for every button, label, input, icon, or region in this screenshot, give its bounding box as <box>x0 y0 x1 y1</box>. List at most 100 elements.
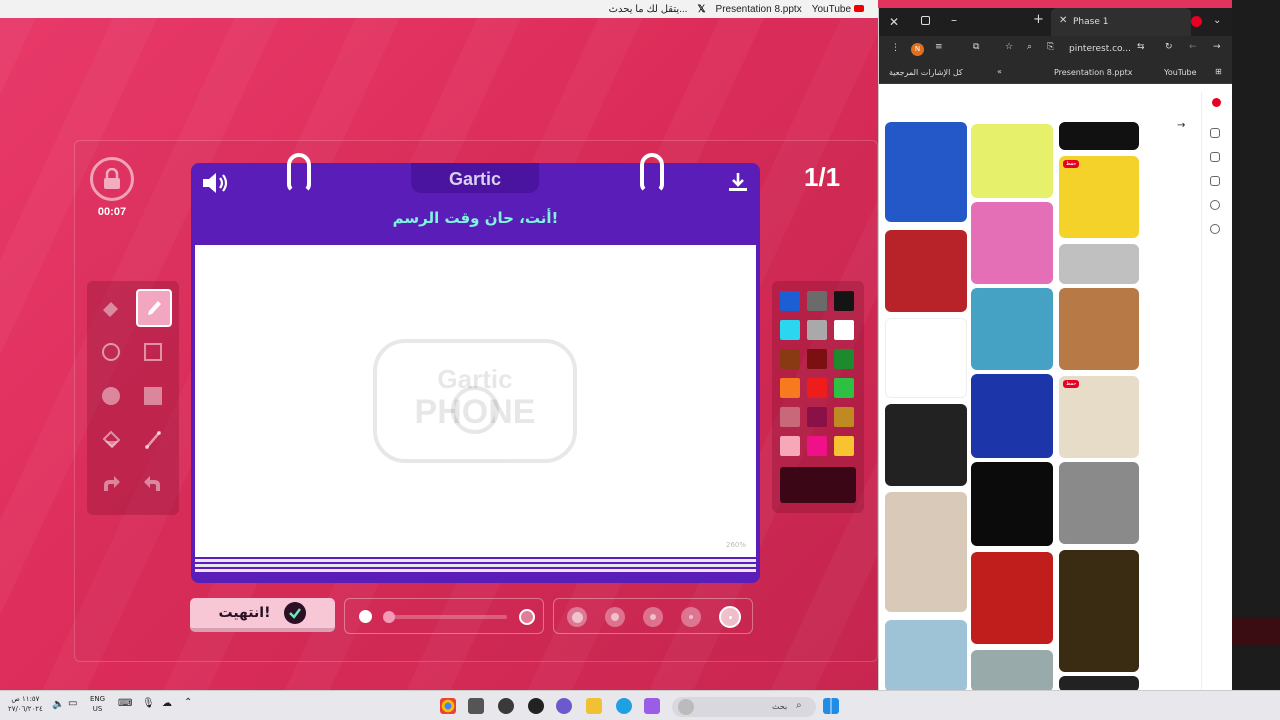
tray-chevron-icon[interactable]: ⌃ <box>184 697 192 708</box>
opacity-slider[interactable] <box>344 598 544 634</box>
color-swatch[interactable] <box>834 291 854 311</box>
language-indicator[interactable]: ENG US <box>90 694 105 714</box>
store-taskbar-icon[interactable] <box>468 698 484 714</box>
color-swatch[interactable] <box>834 407 854 427</box>
profile-avatar[interactable]: N <box>911 43 924 56</box>
pin-image[interactable] <box>971 374 1053 458</box>
slider-thumb[interactable] <box>383 611 395 623</box>
keyboard-icon[interactable]: ⌨ <box>118 698 132 709</box>
pin-image[interactable] <box>971 462 1053 546</box>
site-settings-icon[interactable]: ⇆ <box>1137 42 1145 52</box>
ellipse-fill-tool[interactable] <box>94 379 128 413</box>
restore-window-icon[interactable] <box>921 16 930 25</box>
windows-start-icon[interactable] <box>823 698 839 714</box>
install-icon[interactable]: ⎘ <box>1047 42 1054 52</box>
cloud-icon[interactable]: ☁ <box>162 698 172 709</box>
sound-button[interactable] <box>201 171 231 199</box>
pin-image[interactable] <box>971 650 1053 690</box>
chrome-taskbar-icon[interactable] <box>440 698 456 714</box>
pin-image[interactable] <box>1059 288 1139 370</box>
pin-image[interactable] <box>885 404 967 486</box>
bucket-tool[interactable] <box>94 423 128 457</box>
color-swatch[interactable] <box>780 349 800 369</box>
eraser-tool[interactable] <box>94 291 128 325</box>
color-swatch[interactable] <box>807 291 827 311</box>
strip-item-youtube[interactable]: YouTube <box>812 4 864 15</box>
pin-image[interactable] <box>1059 550 1139 672</box>
battery-icon[interactable]: ▭ <box>68 698 77 709</box>
settings-taskbar-icon[interactable] <box>528 698 544 714</box>
bookmark-star-icon[interactable]: ☆ <box>1005 42 1013 52</box>
file-explorer-taskbar-icon[interactable] <box>586 698 602 714</box>
pin-image[interactable] <box>885 230 967 312</box>
pin-image[interactable] <box>971 124 1053 198</box>
line-tool[interactable] <box>136 423 170 457</box>
color-swatch[interactable] <box>807 378 827 398</box>
color-swatch[interactable] <box>834 349 854 369</box>
back-icon[interactable]: → <box>1213 42 1221 52</box>
color-swatch[interactable] <box>834 320 854 340</box>
color-swatch[interactable] <box>780 407 800 427</box>
pin-image[interactable] <box>1059 244 1139 284</box>
minimize-window-icon[interactable]: – <box>951 13 957 27</box>
bookmark-presentation[interactable]: Presentation 8.pptx <box>1054 68 1132 77</box>
github-taskbar-icon[interactable] <box>498 698 514 714</box>
done-button[interactable]: انتهيت! <box>190 598 335 632</box>
size-option-3[interactable] <box>643 607 663 627</box>
rect-fill-tool[interactable] <box>136 379 170 413</box>
pin-image[interactable] <box>971 202 1053 284</box>
notifications-icon[interactable] <box>1210 200 1220 210</box>
color-swatch[interactable] <box>807 407 827 427</box>
reload-icon[interactable]: ↻ <box>1165 42 1173 52</box>
drawing-canvas[interactable]: Gartic PHONE 260% <box>195 245 756 557</box>
color-swatch[interactable] <box>807 320 827 340</box>
rect-outline-tool[interactable] <box>136 335 170 369</box>
pin-image[interactable] <box>885 122 967 222</box>
size-option-2[interactable] <box>605 607 625 627</box>
redo-tool[interactable] <box>94 467 128 501</box>
edge-taskbar-icon[interactable] <box>616 698 632 714</box>
menu-dots-icon[interactable]: ⋮ <box>891 43 900 53</box>
zoom-icon[interactable]: ⌕ <box>1027 42 1032 52</box>
save-badge[interactable]: حفظ <box>1063 160 1080 168</box>
pin-image[interactable] <box>885 492 967 612</box>
close-tab-icon[interactable]: ✕ <box>1059 15 1067 26</box>
size-option-4[interactable] <box>681 607 701 627</box>
lock-button[interactable] <box>90 157 134 201</box>
apps-grid-icon[interactable]: ⊞ <box>1215 67 1222 76</box>
bookmarks-overflow-icon[interactable]: « <box>997 67 1002 76</box>
copilot-taskbar-icon[interactable] <box>644 698 660 714</box>
download-button[interactable] <box>727 171 749 197</box>
create-icon[interactable] <box>1210 176 1220 186</box>
address-bar[interactable]: pinterest.co... <box>1069 44 1131 54</box>
size-option-5-selected[interactable] <box>719 606 741 628</box>
media-icon[interactable]: ≡ <box>935 42 943 52</box>
pin-image[interactable] <box>1059 676 1139 690</box>
forward-icon[interactable]: ← <box>1189 42 1197 52</box>
pin-image[interactable] <box>971 552 1053 644</box>
close-window-icon[interactable]: ✕ <box>889 15 899 29</box>
pin-image[interactable] <box>971 288 1053 370</box>
discord-taskbar-icon[interactable] <box>556 698 572 714</box>
size-option-1[interactable] <box>567 607 587 627</box>
new-tab-icon[interactable]: + <box>1033 12 1044 27</box>
tab-list-chevron-icon[interactable]: ⌄ <box>1213 15 1221 26</box>
pen-tool[interactable] <box>136 289 172 327</box>
volume-icon[interactable]: 🔈 <box>52 699 64 710</box>
color-swatch[interactable] <box>780 378 800 398</box>
undo-tool[interactable] <box>136 467 170 501</box>
home-icon[interactable] <box>1210 128 1220 138</box>
bookmark-all[interactable]: كل الإشارات المرجعية <box>889 68 963 77</box>
bookmark-youtube[interactable]: YouTube <box>1164 68 1197 77</box>
strip-item-presentation[interactable]: Presentation 8.pptx <box>716 4 802 15</box>
messages-icon[interactable] <box>1210 224 1220 234</box>
color-swatch[interactable] <box>807 349 827 369</box>
pin-image[interactable] <box>1059 462 1139 544</box>
color-swatch[interactable] <box>834 378 854 398</box>
strip-item-news[interactable]: يتقل لك ما يحدث... <box>609 4 688 15</box>
mic-icon[interactable]: 🎙 <box>142 698 155 709</box>
pin-image[interactable] <box>885 318 967 398</box>
color-swatch[interactable] <box>834 436 854 456</box>
pin-image[interactable]: حفظ <box>1059 156 1139 238</box>
clock[interactable]: ١١:٥٧ ص ٢٧/٠٦/٢٠٢٤ <box>8 694 43 714</box>
